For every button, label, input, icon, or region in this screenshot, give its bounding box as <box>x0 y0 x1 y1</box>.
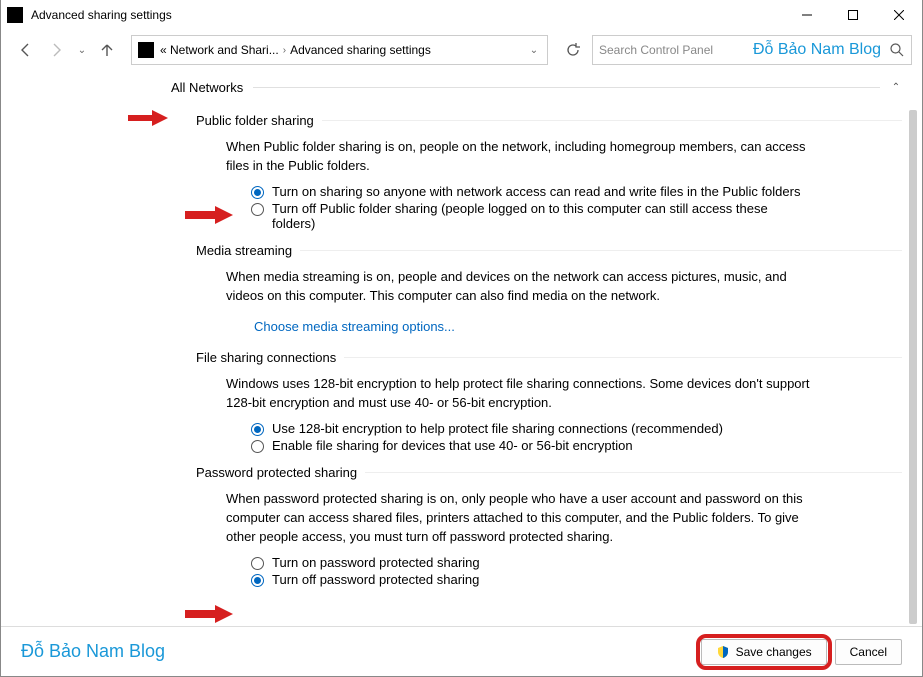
annotation-arrow-icon <box>183 604 235 624</box>
footer: Đỗ Bảo Nam Blog Save changes Cancel <box>1 626 922 676</box>
breadcrumb-part2[interactable]: Advanced sharing settings <box>290 43 431 57</box>
radio-icon <box>251 557 264 570</box>
section-all-networks[interactable]: All Networks ⌃ <box>171 70 902 101</box>
titlebar: Advanced sharing settings <box>1 0 922 30</box>
public-folder-on-radio[interactable]: Turn on sharing so anyone with network a… <box>251 184 811 199</box>
up-button[interactable] <box>93 36 121 64</box>
radio-icon <box>251 423 264 436</box>
public-folder-desc: When Public folder sharing is on, people… <box>226 138 816 176</box>
watermark-bottom: Đỗ Bảo Nam Blog <box>21 641 165 662</box>
annotation-arrow-icon <box>183 205 235 225</box>
back-button[interactable] <box>11 36 39 64</box>
scrollbar-thumb[interactable] <box>909 110 917 624</box>
search-input[interactable]: Search Control Panel Đỗ Bảo Nam Blog <box>592 35 912 65</box>
search-placeholder: Search Control Panel <box>599 43 753 57</box>
breadcrumb[interactable]: « Network and Shari... › Advanced sharin… <box>131 35 548 65</box>
annotation-arrow-icon <box>126 108 170 128</box>
password-off-radio[interactable]: Turn off password protected sharing <box>251 572 811 587</box>
password-desc: When password protected sharing is on, o… <box>226 490 816 547</box>
breadcrumb-icon <box>138 42 154 58</box>
media-desc: When media streaming is on, people and d… <box>226 268 816 306</box>
public-folder-heading: Public folder sharing <box>196 113 902 132</box>
history-dropdown[interactable]: ⌄ <box>75 36 89 64</box>
shield-icon <box>716 645 730 659</box>
chevron-right-icon: › <box>283 45 286 56</box>
cancel-button[interactable]: Cancel <box>835 639 902 665</box>
save-changes-button[interactable]: Save changes <box>701 639 827 665</box>
media-heading: Media streaming <box>196 243 902 262</box>
radio-icon <box>251 186 264 199</box>
media-options-link[interactable]: Choose media streaming options... <box>254 319 455 334</box>
filesharing-40-radio[interactable]: Enable file sharing for devices that use… <box>251 438 811 453</box>
forward-button[interactable] <box>43 36 71 64</box>
breadcrumb-part1[interactable]: « Network and Shari... <box>160 43 279 57</box>
public-folder-off-radio[interactable]: Turn off Public folder sharing (people l… <box>251 201 811 231</box>
search-icon <box>889 42 905 58</box>
filesharing-desc: Windows uses 128-bit encryption to help … <box>226 375 816 413</box>
watermark-top: Đỗ Bảo Nam Blog <box>753 41 881 59</box>
radio-icon <box>251 203 264 216</box>
filesharing-128-radio[interactable]: Use 128-bit encryption to help protect f… <box>251 421 811 436</box>
maximize-button[interactable] <box>830 0 876 30</box>
password-heading: Password protected sharing <box>196 465 902 484</box>
password-on-radio[interactable]: Turn on password protected sharing <box>251 555 811 570</box>
breadcrumb-dropdown[interactable]: ⌄ <box>527 36 541 64</box>
refresh-button[interactable] <box>558 35 588 65</box>
app-icon <box>7 7 23 23</box>
close-button[interactable] <box>876 0 922 30</box>
section-title: All Networks <box>171 80 243 95</box>
chevron-up-icon[interactable]: ⌃ <box>890 82 902 94</box>
radio-icon <box>251 574 264 587</box>
toolbar: ⌄ « Network and Shari... › Advanced shar… <box>1 30 922 70</box>
scrollbar[interactable] <box>906 70 920 624</box>
window-title: Advanced sharing settings <box>31 8 784 22</box>
filesharing-heading: File sharing connections <box>196 350 902 369</box>
content-area: All Networks ⌃ Public folder sharing Whe… <box>1 70 922 626</box>
minimize-button[interactable] <box>784 0 830 30</box>
radio-icon <box>251 440 264 453</box>
